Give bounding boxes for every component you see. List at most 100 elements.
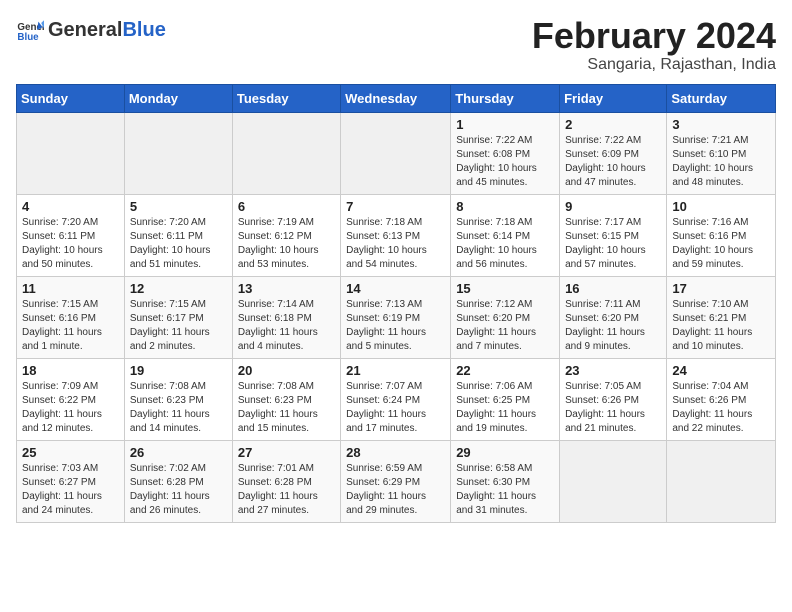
calendar-cell: 4 Sunrise: 7:20 AM Sunset: 6:11 PM Daylig… <box>17 194 125 276</box>
day-info: Sunrise: 7:12 AM Sunset: 6:20 PM Dayligh… <box>456 298 554 354</box>
calendar-cell: 8 Sunrise: 7:18 AM Sunset: 6:14 PM Daylig… <box>451 194 560 276</box>
page-header: General Blue GeneralBlue February 2024 S… <box>16 16 776 74</box>
day-number: 7 <box>346 199 445 214</box>
day-number: 22 <box>456 363 554 378</box>
calendar-week-row: 1Sunrise: 7:22 AM Sunset: 6:08 PM Daylig… <box>17 112 776 194</box>
day-number: 2 <box>565 117 661 132</box>
day-info: Sunrise: 6:59 AM Sunset: 6:29 PM Dayligh… <box>346 462 445 518</box>
calendar-cell: 11 Sunrise: 7:15 AM Sunset: 6:16 PM Dayli… <box>17 276 125 358</box>
day-number: 18 <box>22 363 119 378</box>
calendar-cell: 22Sunrise: 7:06 AM Sunset: 6:25 PM Dayli… <box>451 358 560 440</box>
calendar-cell: 21 Sunrise: 7:07 AM Sunset: 6:24 PM Dayli… <box>341 358 451 440</box>
title-area: February 2024 Sangaria, Rajasthan, India <box>532 16 776 74</box>
day-number: 26 <box>130 445 227 460</box>
calendar-cell: 10 Sunrise: 7:16 AM Sunset: 6:16 PM Dayli… <box>667 194 776 276</box>
calendar-cell <box>124 112 232 194</box>
calendar-week-row: 4 Sunrise: 7:20 AM Sunset: 6:11 PM Daylig… <box>17 194 776 276</box>
calendar-cell: 17 Sunrise: 7:10 AM Sunset: 6:21 PM Dayli… <box>667 276 776 358</box>
day-info: Sunrise: 7:07 AM Sunset: 6:24 PM Dayligh… <box>346 380 445 436</box>
day-number: 28 <box>346 445 445 460</box>
logo-icon: General Blue <box>16 16 44 44</box>
day-number: 14 <box>346 281 445 296</box>
day-number: 9 <box>565 199 661 214</box>
calendar-cell <box>232 112 340 194</box>
day-number: 12 <box>130 281 227 296</box>
day-number: 11 <box>22 281 119 296</box>
day-number: 24 <box>672 363 770 378</box>
day-number: 6 <box>238 199 335 214</box>
calendar-cell <box>341 112 451 194</box>
calendar-table: SundayMondayTuesdayWednesdayThursdayFrid… <box>16 84 776 523</box>
day-info: Sunrise: 7:19 AM Sunset: 6:12 PM Dayligh… <box>238 216 335 272</box>
day-info: Sunrise: 7:08 AM Sunset: 6:23 PM Dayligh… <box>238 380 335 436</box>
calendar-cell: 3 Sunrise: 7:21 AM Sunset: 6:10 PM Daylig… <box>667 112 776 194</box>
day-info: Sunrise: 7:22 AM Sunset: 6:08 PM Dayligh… <box>456 134 554 190</box>
day-info: Sunrise: 7:18 AM Sunset: 6:14 PM Dayligh… <box>456 216 554 272</box>
day-info: Sunrise: 7:15 AM Sunset: 6:16 PM Dayligh… <box>22 298 119 354</box>
calendar-week-row: 11 Sunrise: 7:15 AM Sunset: 6:16 PM Dayli… <box>17 276 776 358</box>
day-info: Sunrise: 7:08 AM Sunset: 6:23 PM Dayligh… <box>130 380 227 436</box>
day-number: 21 <box>346 363 445 378</box>
calendar-cell: 6 Sunrise: 7:19 AM Sunset: 6:12 PM Daylig… <box>232 194 340 276</box>
day-info: Sunrise: 7:16 AM Sunset: 6:16 PM Dayligh… <box>672 216 770 272</box>
day-number: 3 <box>672 117 770 132</box>
month-title: February 2024 <box>532 16 776 56</box>
weekday-header-wednesday: Wednesday <box>341 84 451 112</box>
day-number: 27 <box>238 445 335 460</box>
calendar-cell: 9 Sunrise: 7:17 AM Sunset: 6:15 PM Daylig… <box>560 194 667 276</box>
calendar-week-row: 18Sunrise: 7:09 AM Sunset: 6:22 PM Dayli… <box>17 358 776 440</box>
day-info: Sunrise: 7:01 AM Sunset: 6:28 PM Dayligh… <box>238 462 335 518</box>
calendar-cell: 13Sunrise: 7:14 AM Sunset: 6:18 PM Dayli… <box>232 276 340 358</box>
calendar-week-row: 25Sunrise: 7:03 AM Sunset: 6:27 PM Dayli… <box>17 440 776 522</box>
calendar-cell: 2Sunrise: 7:22 AM Sunset: 6:09 PM Daylig… <box>560 112 667 194</box>
calendar-cell: 26 Sunrise: 7:02 AM Sunset: 6:28 PM Dayli… <box>124 440 232 522</box>
day-info: Sunrise: 7:18 AM Sunset: 6:13 PM Dayligh… <box>346 216 445 272</box>
day-info: Sunrise: 7:20 AM Sunset: 6:11 PM Dayligh… <box>22 216 119 272</box>
day-number: 25 <box>22 445 119 460</box>
calendar-cell: 16Sunrise: 7:11 AM Sunset: 6:20 PM Dayli… <box>560 276 667 358</box>
calendar-cell: 18Sunrise: 7:09 AM Sunset: 6:22 PM Dayli… <box>17 358 125 440</box>
weekday-header-tuesday: Tuesday <box>232 84 340 112</box>
weekday-header-saturday: Saturday <box>667 84 776 112</box>
location-title: Sangaria, Rajasthan, India <box>532 56 776 74</box>
calendar-cell: 19 Sunrise: 7:08 AM Sunset: 6:23 PM Dayli… <box>124 358 232 440</box>
day-info: Sunrise: 7:05 AM Sunset: 6:26 PM Dayligh… <box>565 380 661 436</box>
calendar-cell: 24 Sunrise: 7:04 AM Sunset: 6:26 PM Dayli… <box>667 358 776 440</box>
day-number: 15 <box>456 281 554 296</box>
calendar-cell: 7 Sunrise: 7:18 AM Sunset: 6:13 PM Daylig… <box>341 194 451 276</box>
day-number: 13 <box>238 281 335 296</box>
calendar-cell: 29Sunrise: 6:58 AM Sunset: 6:30 PM Dayli… <box>451 440 560 522</box>
day-number: 4 <box>22 199 119 214</box>
logo: General Blue GeneralBlue <box>16 16 166 44</box>
day-number: 19 <box>130 363 227 378</box>
calendar-cell: 1Sunrise: 7:22 AM Sunset: 6:08 PM Daylig… <box>451 112 560 194</box>
day-info: Sunrise: 7:13 AM Sunset: 6:19 PM Dayligh… <box>346 298 445 354</box>
weekday-header-thursday: Thursday <box>451 84 560 112</box>
weekday-header-sunday: Sunday <box>17 84 125 112</box>
calendar-cell: 25Sunrise: 7:03 AM Sunset: 6:27 PM Dayli… <box>17 440 125 522</box>
calendar-cell: 5Sunrise: 7:20 AM Sunset: 6:11 PM Daylig… <box>124 194 232 276</box>
day-number: 8 <box>456 199 554 214</box>
logo-wordmark: GeneralBlue <box>48 19 166 42</box>
day-number: 23 <box>565 363 661 378</box>
weekday-header-friday: Friday <box>560 84 667 112</box>
day-info: Sunrise: 7:17 AM Sunset: 6:15 PM Dayligh… <box>565 216 661 272</box>
calendar-cell <box>17 112 125 194</box>
day-info: Sunrise: 7:02 AM Sunset: 6:28 PM Dayligh… <box>130 462 227 518</box>
day-number: 10 <box>672 199 770 214</box>
calendar-cell: 27 Sunrise: 7:01 AM Sunset: 6:28 PM Dayli… <box>232 440 340 522</box>
day-number: 29 <box>456 445 554 460</box>
calendar-cell <box>667 440 776 522</box>
day-info: Sunrise: 7:20 AM Sunset: 6:11 PM Dayligh… <box>130 216 227 272</box>
calendar-cell: 14 Sunrise: 7:13 AM Sunset: 6:19 PM Dayli… <box>341 276 451 358</box>
calendar-cell: 20 Sunrise: 7:08 AM Sunset: 6:23 PM Dayli… <box>232 358 340 440</box>
day-number: 16 <box>565 281 661 296</box>
calendar-cell <box>560 440 667 522</box>
day-info: Sunrise: 7:21 AM Sunset: 6:10 PM Dayligh… <box>672 134 770 190</box>
day-info: Sunrise: 7:15 AM Sunset: 6:17 PM Dayligh… <box>130 298 227 354</box>
weekday-header-row: SundayMondayTuesdayWednesdayThursdayFrid… <box>17 84 776 112</box>
day-number: 17 <box>672 281 770 296</box>
day-info: Sunrise: 7:10 AM Sunset: 6:21 PM Dayligh… <box>672 298 770 354</box>
day-number: 20 <box>238 363 335 378</box>
day-info: Sunrise: 7:04 AM Sunset: 6:26 PM Dayligh… <box>672 380 770 436</box>
